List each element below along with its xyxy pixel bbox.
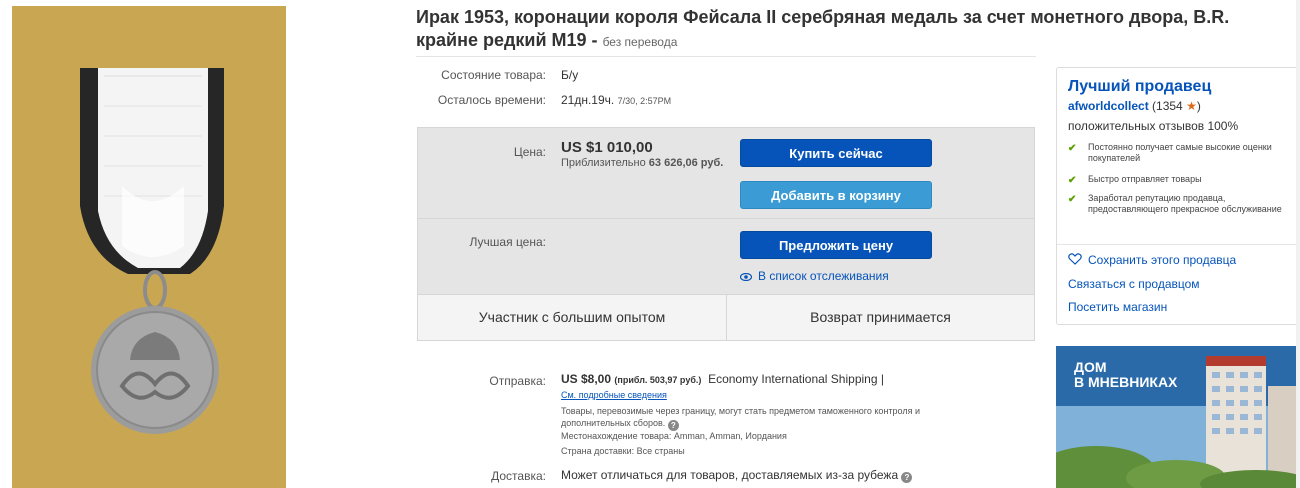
- contact-seller-link[interactable]: Связаться с продавцом: [1068, 277, 1200, 291]
- top-seller-heading: Лучший продавец: [1068, 78, 1212, 95]
- visit-store-link[interactable]: Посетить магазин: [1068, 300, 1167, 314]
- highlight-text: Быстро отправляет товары: [1088, 174, 1202, 184]
- delivery-help-icon[interactable]: ?: [901, 472, 913, 483]
- feedback-score-close: ): [1196, 99, 1201, 113]
- add-to-cart-button[interactable]: Добавить в корзину: [740, 181, 932, 209]
- price-approx-value: 63 626,06 руб.: [648, 157, 724, 169]
- seller-name-link[interactable]: afworldcollect: [1068, 99, 1149, 113]
- time-left-label: Осталось времени:: [437, 93, 546, 107]
- make-offer-button[interactable]: Предложить цену: [740, 231, 932, 259]
- end-time: 7/30, 2:57PM: [617, 96, 672, 106]
- shipping-cost-line: US $8,00 (прибл. 503,97 руб.) Economy In…: [561, 372, 884, 386]
- product-photo[interactable]: [12, 6, 286, 488]
- seller-info: afworldcollect (1354 ★): [1068, 99, 1201, 113]
- check-icon: ✔: [1068, 143, 1077, 154]
- watchlist-label: В список отслеживания: [758, 269, 889, 283]
- best-offer-label: Лучшая цена:: [469, 235, 546, 249]
- shipping-cost: US $8,00: [561, 372, 612, 386]
- item-details: [416, 56, 1036, 57]
- shipping-approx: (прибл. 503,97 руб.): [614, 375, 702, 385]
- save-seller-link[interactable]: Сохранить этого продавца: [1068, 253, 1236, 267]
- condition-label: Состояние товара:: [441, 68, 546, 82]
- positive-feedback: положительных отзывов 100%: [1068, 119, 1239, 133]
- seller-badges: Участник с большим опытом Возврат приним…: [418, 294, 1034, 341]
- delivery-value: Может отличаться для товаров, доставляем…: [561, 468, 899, 482]
- time-left-duration: 21дн.19ч.: [561, 93, 615, 107]
- time-left-value: 21дн.19ч. 7/30, 2:57PM: [561, 93, 671, 107]
- eye-icon: [740, 272, 752, 281]
- ad-line-1: ДОМ: [1074, 359, 1107, 375]
- seller-card: Лучший продавец afworldcollect (1354 ★) …: [1056, 67, 1300, 325]
- add-to-watchlist-link[interactable]: В список отслеживания: [740, 269, 889, 283]
- ships-to: Страна доставки: Все страны: [561, 446, 685, 456]
- price-value: US $1 010,00: [561, 139, 653, 156]
- heart-icon: [1068, 253, 1082, 265]
- check-icon: ✔: [1068, 194, 1077, 205]
- shipping-details-link[interactable]: См. подробные сведения: [561, 390, 667, 400]
- delivery-label: Доставка:: [491, 469, 546, 483]
- price-approx: Приблизительно 63 626,06 руб.: [561, 157, 723, 169]
- seller-card-divider: [1057, 244, 1300, 245]
- advertisement-banner[interactable]: ДОМ В МНЕВНИКАХ: [1056, 346, 1300, 488]
- highlight-text: Постоянно получает самые высокие оценки …: [1088, 142, 1272, 163]
- feedback-score[interactable]: (1354 ★): [1152, 99, 1201, 113]
- buy-now-button[interactable]: Купить сейчас: [740, 139, 932, 167]
- highlight-text: Заработал репутацию продавца, предоставл…: [1088, 193, 1282, 214]
- delivery-value-line: Может отличаться для товаров, доставляем…: [561, 468, 913, 483]
- price-approx-prefix: Приблизительно: [561, 157, 646, 169]
- ad-headline: ДОМ В МНЕВНИКАХ: [1074, 360, 1177, 390]
- condition-value: Б/у: [561, 68, 579, 82]
- purchase-panel: Участник с большим опытом Возврат приним…: [417, 127, 1035, 341]
- shipping-label: Отправка:: [489, 374, 546, 388]
- translation-note: без перевода: [602, 35, 678, 49]
- item-location: Местонахождение товара: Amman, Amman, Ио…: [561, 431, 787, 441]
- medal-image: [12, 6, 286, 488]
- listing-title-text: Ирак 1953, коронации короля Фейсала II с…: [416, 7, 1230, 50]
- check-icon: ✔: [1068, 175, 1077, 186]
- page-edge: [1296, 0, 1300, 488]
- shipping-method: Economy International Shipping |: [708, 372, 884, 386]
- help-icon[interactable]: ?: [667, 420, 679, 431]
- save-seller-label: Сохранить этого продавца: [1088, 253, 1237, 267]
- ad-line-2: В МНЕВНИКАХ: [1074, 374, 1178, 390]
- returns-badge: Возврат принимается: [810, 309, 951, 325]
- price-label: Цена:: [513, 145, 546, 159]
- star-icon: ★: [1186, 99, 1197, 113]
- panel-divider: [418, 218, 1034, 219]
- customs-note: Товары, перевозимые через границу, могут…: [561, 405, 971, 431]
- customs-note-text: Товары, перевозимые через границу, могут…: [561, 406, 920, 428]
- feedback-score-value: (1354: [1152, 99, 1183, 113]
- listing-title: Ирак 1953, коронации короля Фейсала II с…: [416, 6, 1296, 54]
- experienced-seller-badge: Участник с большим опытом: [418, 295, 727, 341]
